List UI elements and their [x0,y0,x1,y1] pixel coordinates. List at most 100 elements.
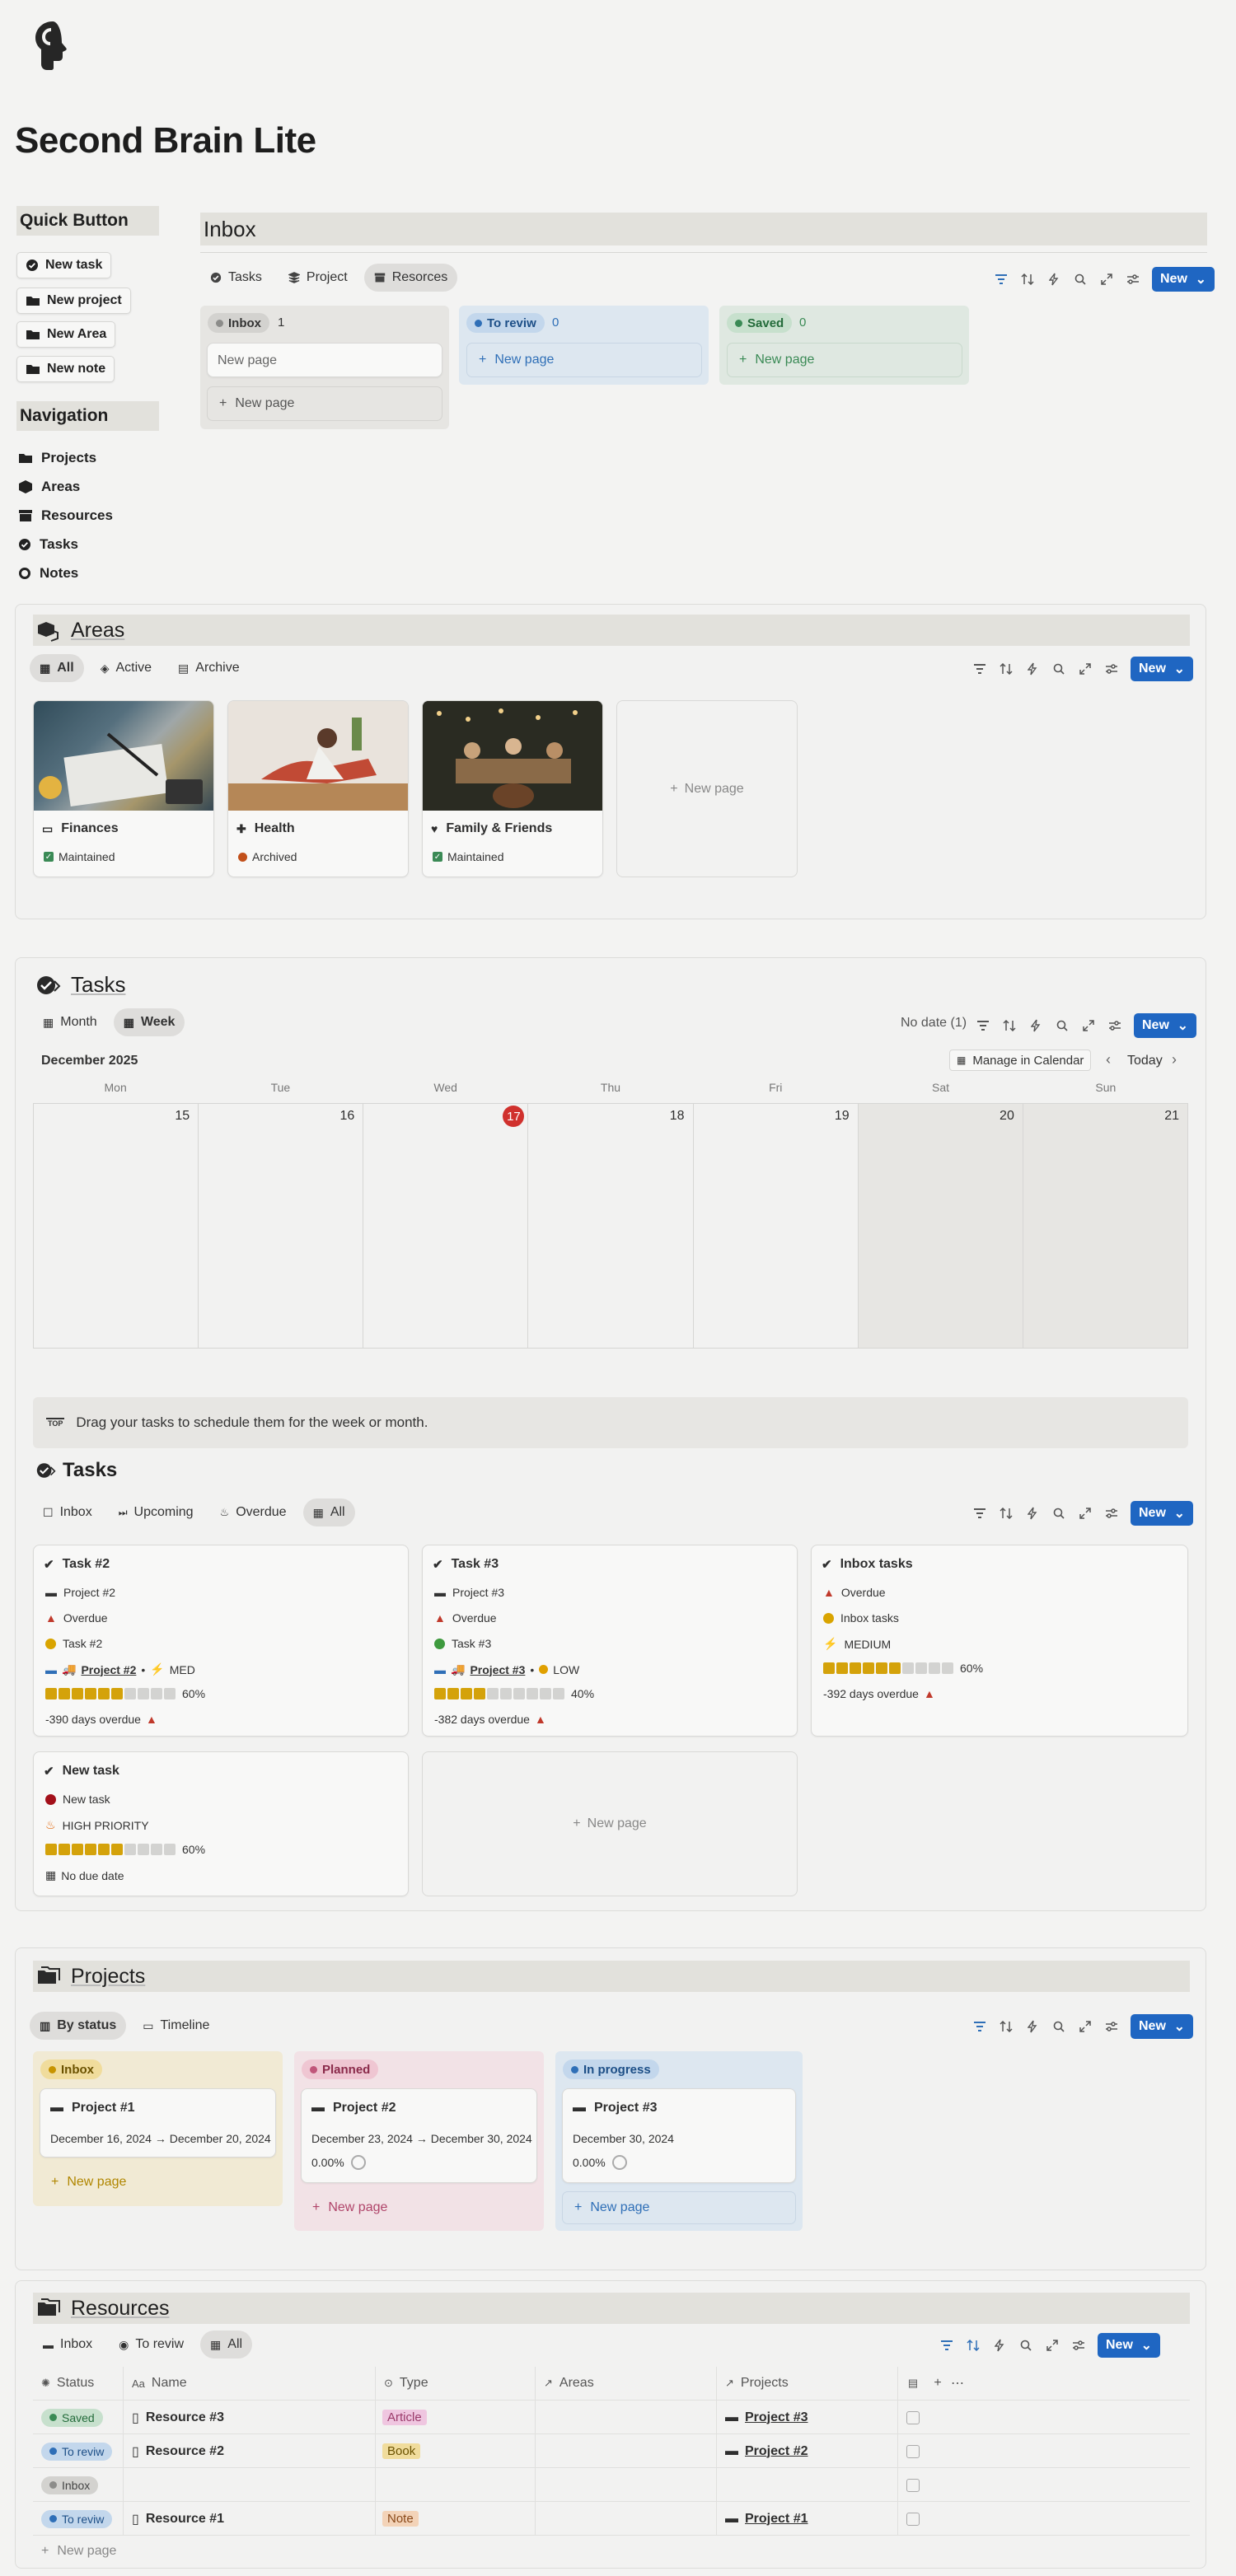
new-page-button[interactable]: + New page [727,343,962,377]
filter-icon[interactable] [976,1018,990,1033]
projects-cell[interactable] [717,2468,898,2502]
status-cell[interactable]: To reviw [33,2434,124,2468]
lightning-icon[interactable] [1028,1018,1043,1033]
tab-by-status[interactable]: ▥ By status [30,2012,127,2040]
chevron-right-icon[interactable]: › [1172,1051,1177,1068]
settings-sliders-icon[interactable] [1104,1506,1119,1521]
sort-icon[interactable] [966,2338,981,2353]
lightning-icon[interactable] [1025,662,1040,676]
column-header-name[interactable]: Aa Name [124,2367,376,2400]
settings-sliders-icon[interactable] [1104,2019,1119,2034]
filter-icon[interactable] [939,2338,954,2353]
new-page-card[interactable]: + New page [616,700,798,877]
new-page-button[interactable]: + New page [207,386,442,421]
filter-icon[interactable] [994,272,1009,287]
new-page-button[interactable]: + New page [301,2191,537,2224]
projects-cell[interactable]: ▬ Project #1 [717,2502,898,2536]
new-page-row-button[interactable]: + New page [41,2544,116,2559]
sort-icon[interactable] [1020,272,1035,287]
chevron-left-icon[interactable]: ‹ [1106,1051,1111,1068]
calendar-day[interactable]: 19 [694,1104,859,1348]
sort-icon[interactable] [999,1506,1014,1521]
task-card[interactable]: ✔ Task #3 ▬ Project #3 ▲ Overdue Task #3 ▬ 🚚… [422,1545,798,1737]
settings-sliders-icon[interactable] [1071,2338,1086,2353]
expand-icon[interactable] [1099,272,1114,287]
filter-icon[interactable] [972,2019,987,2034]
expand-icon[interactable] [1081,1018,1096,1033]
filter-icon[interactable] [972,662,987,676]
table-row[interactable]: Inbox [33,2468,1190,2502]
settings-sliders-icon[interactable] [1107,1018,1122,1033]
tab-month[interactable]: ▦ Month [33,1008,107,1036]
name-cell[interactable]: ▯ Resource #3 [124,2401,376,2434]
filter-icon[interactable] [972,1506,987,1521]
tab-archive[interactable]: ▤ Archive [168,654,250,682]
status-cell[interactable]: To reviw [33,2502,124,2536]
new-button[interactable]: New ⌄ [1131,657,1193,681]
checkbox[interactable] [906,2512,920,2526]
task-card[interactable]: ✔ New task New task ♨ HIGH PRIORITY 60% ▦ N… [33,1751,409,1896]
projects-cell[interactable]: ▬ Project #2 [717,2434,898,2468]
areas-cell[interactable] [536,2401,717,2434]
areas-cell[interactable] [536,2468,717,2502]
type-cell[interactable]: Note [376,2502,536,2536]
lightning-icon[interactable] [1046,272,1061,287]
archive-checkbox-cell[interactable] [898,2502,928,2536]
nav-areas[interactable]: Areas [18,475,80,499]
table-row[interactable]: To reviw ▯ Resource #2 Book ▬ Project #2 [33,2434,1190,2468]
tab-to-review[interactable]: ◉ To reviw [109,2331,194,2359]
table-row[interactable]: Saved ▯ Resource #3 Article ▬ Project #3 [33,2401,1190,2434]
tab-timeline[interactable]: ▭ Timeline [133,2012,219,2040]
status-cell[interactable]: Saved [33,2401,124,2434]
tab-all[interactable]: ▦ All [200,2331,253,2359]
new-button[interactable]: New ⌄ [1098,2333,1160,2358]
calendar-day[interactable]: 16 [199,1104,364,1348]
checkbox[interactable] [906,2410,920,2424]
area-card-health[interactable]: ✚ Health Archived [227,700,409,877]
areas-cell[interactable] [536,2502,717,2536]
tab-week[interactable]: ▦ Week [113,1008,185,1036]
search-icon[interactable] [1051,2019,1066,2034]
task-card[interactable]: ✔ Inbox tasks ▲ Overdue Inbox tasks ⚡ MEDIU… [811,1545,1188,1737]
tab-all[interactable]: ▦ All [302,1498,355,1526]
area-card-finances[interactable]: ▭ Finances ✓ Maintained [33,700,214,877]
tab-project[interactable]: Project [279,264,358,292]
manage-in-calendar-button[interactable]: ▦ Manage in Calendar [949,1050,1092,1071]
inbox-card[interactable]: New page [207,343,442,377]
area-card-family[interactable]: ♥ Family & Friends ✓ Maintained [422,700,603,877]
search-icon[interactable] [1051,662,1066,676]
search-icon[interactable] [1018,2338,1033,2353]
nav-resources[interactable]: Resources [18,503,113,528]
type-cell[interactable] [376,2468,536,2502]
status-cell[interactable]: Inbox [33,2468,124,2502]
calendar-day-today[interactable]: 17 [363,1104,529,1348]
project-card[interactable]: ▬ Project #1 December 16, 2024 → December… [40,2088,276,2158]
nav-projects[interactable]: Projects [18,446,96,470]
expand-icon[interactable] [1045,2338,1060,2353]
settings-sliders-icon[interactable] [1126,272,1140,287]
settings-sliders-icon[interactable] [1104,662,1119,676]
search-icon[interactable] [1055,1018,1070,1033]
expand-icon[interactable] [1078,1506,1093,1521]
archive-checkbox-cell[interactable] [898,2434,928,2468]
no-date-button[interactable]: No date (1) [901,1016,967,1031]
new-button[interactable]: New ⌄ [1131,1501,1193,1526]
search-icon[interactable] [1073,272,1088,287]
type-cell[interactable]: Book [376,2434,536,2468]
table-row[interactable]: To reviw ▯ Resource #1 Note ▬ Project #1 [33,2502,1190,2536]
tab-tasks[interactable]: Tasks [200,264,272,292]
name-cell[interactable] [124,2468,376,2502]
new-button[interactable]: New ⌄ [1131,2014,1193,2039]
calendar-day[interactable]: 18 [528,1104,694,1348]
tab-resorces[interactable]: Resorces [363,264,458,292]
project-card[interactable]: ▬ Project #3 December 30, 2024 0.00% [562,2088,796,2183]
type-cell[interactable]: Article [376,2401,536,2434]
expand-icon[interactable] [1078,662,1093,676]
archive-checkbox-cell[interactable] [898,2401,928,2434]
search-icon[interactable] [1051,1506,1066,1521]
today-button[interactable]: Today [1127,1054,1163,1068]
column-header-projects[interactable]: ↗ Projects [717,2367,898,2400]
new-page-button[interactable]: + New page [562,2191,796,2224]
new-page-card[interactable]: + New page [422,1751,798,1896]
new-button[interactable]: New ⌄ [1134,1013,1196,1038]
